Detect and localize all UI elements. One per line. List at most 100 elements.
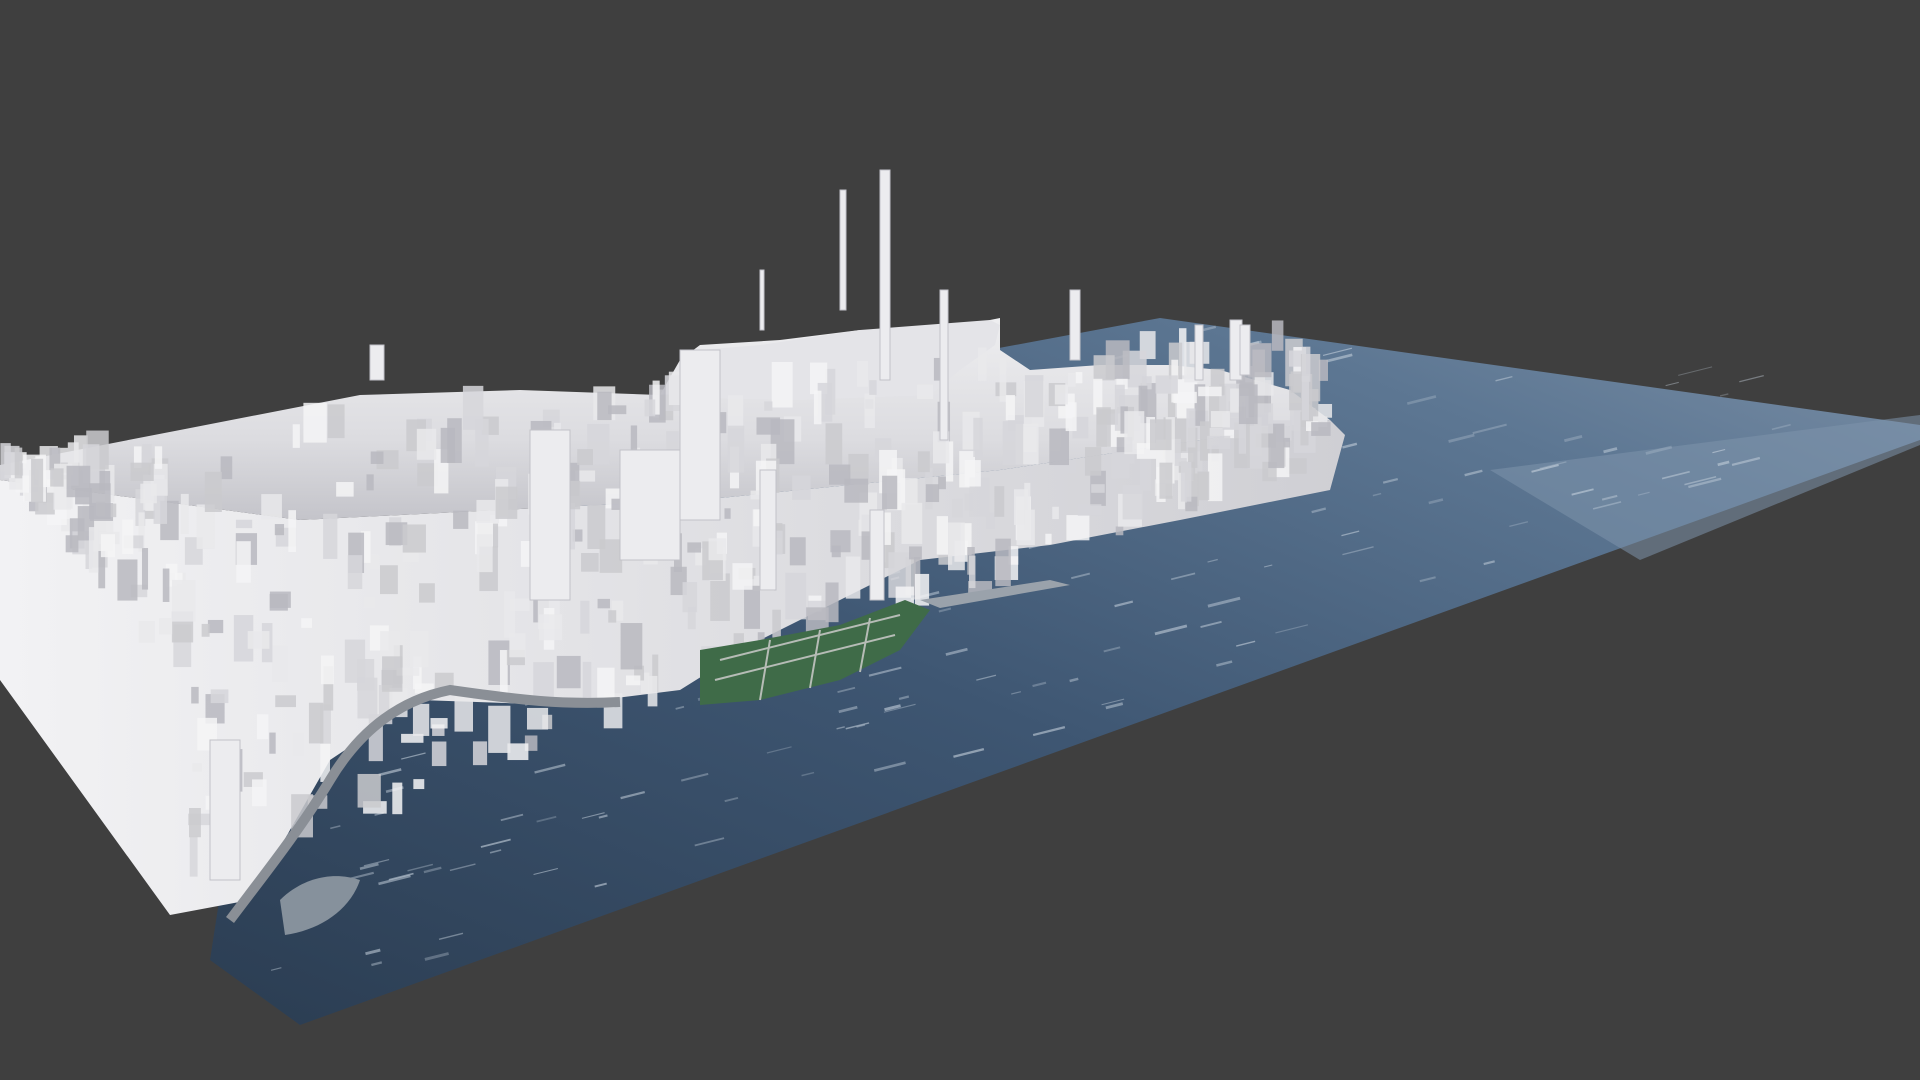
- building-block: [750, 490, 761, 500]
- building-block: [789, 537, 806, 566]
- building-block: [130, 462, 154, 482]
- building-block: [366, 474, 374, 491]
- building-block: [1122, 485, 1143, 520]
- building-block: [275, 695, 297, 708]
- building-block: [1066, 515, 1090, 541]
- building-block: [204, 471, 222, 513]
- building-block: [201, 623, 210, 637]
- building-block: [964, 493, 973, 511]
- building-block: [88, 527, 99, 573]
- building-block: [303, 402, 327, 443]
- building-block: [1198, 386, 1222, 397]
- building-block: [236, 541, 251, 583]
- building-block: [117, 559, 138, 601]
- building-block: [772, 609, 781, 638]
- building-block: [771, 361, 793, 408]
- building-block: [727, 425, 745, 473]
- building-block: [1024, 482, 1031, 530]
- building-block: [587, 504, 606, 550]
- building-block: [620, 623, 643, 670]
- building-block: [825, 582, 839, 623]
- building-block: [831, 545, 841, 558]
- building-block: [864, 393, 875, 429]
- building-block: [708, 538, 727, 561]
- building-block: [256, 714, 269, 740]
- building-block: [347, 555, 363, 590]
- building-block: [580, 600, 590, 634]
- building-block: [608, 610, 617, 623]
- building-block: [1065, 402, 1077, 432]
- building-block: [402, 524, 426, 553]
- building-block: [973, 417, 983, 457]
- building-block: [1180, 461, 1192, 502]
- building-block: [336, 482, 354, 497]
- wave-highlight: [1719, 393, 1729, 397]
- tower: [1194, 324, 1204, 381]
- building-block: [1238, 384, 1258, 425]
- tower: [679, 349, 721, 521]
- building-block: [323, 513, 338, 559]
- building-block: [577, 449, 593, 466]
- building-block: [744, 585, 761, 629]
- tower: [939, 289, 949, 441]
- building-block: [192, 763, 202, 772]
- building-block: [727, 395, 744, 429]
- building-block: [159, 618, 173, 635]
- city-scene[interactable]: [0, 0, 1920, 1080]
- building-block: [162, 568, 170, 602]
- building-block: [1318, 403, 1333, 418]
- building-block: [1067, 372, 1076, 387]
- building-block: [66, 465, 91, 498]
- building-block: [724, 508, 731, 519]
- building-block: [845, 556, 861, 599]
- building-block: [31, 458, 44, 503]
- building-block: [1207, 435, 1231, 450]
- building-block: [582, 661, 592, 700]
- tower: [1239, 324, 1251, 376]
- building-block: [1054, 384, 1068, 405]
- building-block: [189, 836, 198, 877]
- building-block: [1301, 375, 1310, 421]
- tower: [529, 429, 571, 601]
- building-block: [122, 519, 134, 555]
- building-block: [825, 423, 843, 465]
- building-block: [964, 460, 981, 487]
- building-block: [1318, 359, 1328, 381]
- building-block: [507, 743, 529, 761]
- tower: [879, 169, 891, 381]
- building-block: [410, 630, 429, 668]
- building-block: [938, 476, 946, 490]
- building-block: [1186, 408, 1196, 448]
- building-block: [235, 519, 253, 529]
- building-block: [172, 579, 196, 622]
- building-block: [138, 620, 155, 643]
- building-block: [431, 741, 447, 767]
- building-block: [504, 591, 515, 638]
- building-block: [1155, 375, 1178, 394]
- building-block: [380, 565, 398, 595]
- building-block: [994, 486, 1005, 517]
- 3d-viewport[interactable]: [0, 0, 1920, 1080]
- building-block: [977, 347, 987, 381]
- building-block: [687, 542, 702, 553]
- building-block: [472, 741, 488, 766]
- building-block: [1093, 355, 1115, 381]
- building-block: [9, 477, 23, 490]
- building-block: [143, 510, 155, 519]
- building-block: [357, 773, 381, 808]
- tower: [759, 269, 765, 331]
- building-block: [917, 384, 934, 399]
- building-block: [785, 572, 807, 620]
- building-block: [625, 675, 641, 686]
- building-block: [581, 553, 599, 572]
- building-block: [608, 405, 627, 415]
- building-block: [476, 534, 493, 573]
- building-block: [392, 782, 403, 815]
- building-block: [1115, 526, 1124, 536]
- building-block: [321, 655, 334, 685]
- building-block: [647, 675, 658, 707]
- building-block: [856, 361, 869, 387]
- building-block: [597, 598, 610, 609]
- building-block: [419, 583, 435, 603]
- building-block: [1091, 484, 1105, 493]
